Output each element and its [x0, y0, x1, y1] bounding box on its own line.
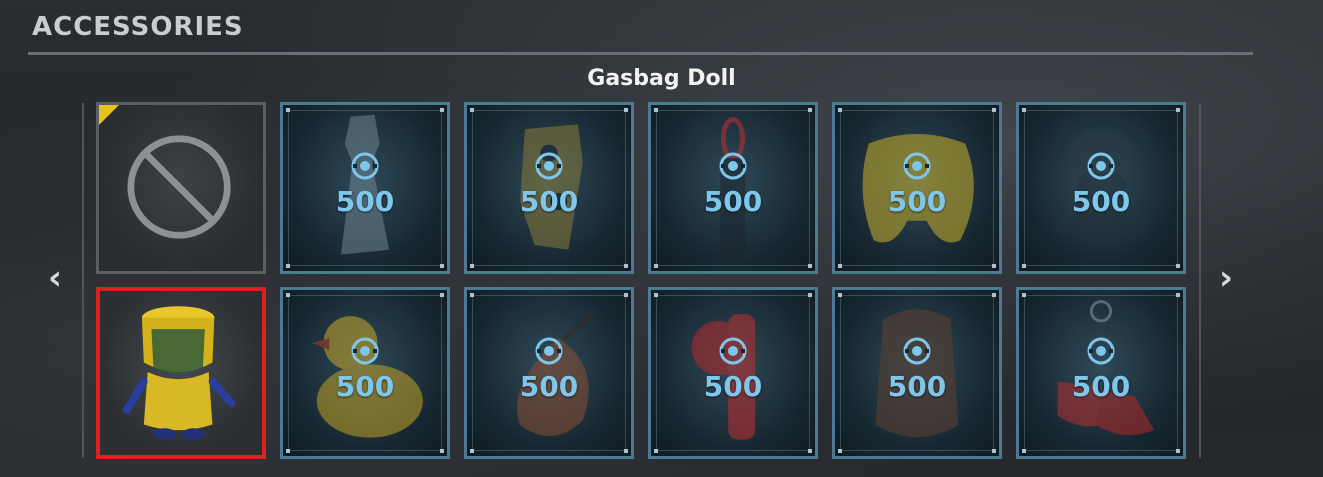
next-page-button[interactable]: › — [1211, 258, 1241, 298]
accessory-tile-yellow-gamepad[interactable]: 500 — [832, 102, 1002, 274]
accessory-tile-brass-knuckle-mask[interactable]: 500 — [464, 102, 634, 274]
accessory-tile-gasbag-doll[interactable] — [96, 287, 266, 459]
coin-icon — [1087, 152, 1115, 180]
price-value: 500 — [887, 370, 947, 403]
chevron-left-icon: ‹ — [47, 258, 62, 298]
accessory-tile-baseball-glove[interactable]: 500 — [832, 287, 1002, 459]
section-header: ACCESSORIES — [32, 12, 244, 42]
price-value: 500 — [1071, 185, 1131, 218]
accessory-tile-rubber-duck[interactable]: 500 — [280, 287, 450, 459]
price-value: 500 — [703, 185, 763, 218]
coin-icon — [903, 152, 931, 180]
accessory-tile-plastic-bag[interactable]: 500 — [280, 102, 450, 274]
accessory-tile-red-fire-extinguisher[interactable]: 500 — [648, 287, 818, 459]
accessory-tile-dark-figure[interactable]: 500 — [1016, 102, 1186, 274]
chevron-right-icon: › — [1218, 258, 1233, 298]
coin-icon — [351, 337, 379, 365]
left-frame — [78, 103, 84, 458]
coin-icon — [535, 337, 563, 365]
coin-icon — [903, 337, 931, 365]
right-frame — [1199, 103, 1205, 458]
accessory-tile-red-sneakers[interactable]: 500 — [1016, 287, 1186, 459]
price-value: 500 — [335, 185, 395, 218]
coin-icon — [351, 152, 379, 180]
coin-icon — [535, 152, 563, 180]
accessory-grid: 500 500 500 500 500 500 500 500 500 500 — [96, 102, 1186, 459]
price-value: 500 — [1071, 370, 1131, 403]
selected-item-name: Gasbag Doll — [587, 66, 736, 91]
price-value: 500 — [887, 185, 947, 218]
price-value: 500 — [703, 370, 763, 403]
accessory-tile-carabiner-flashlight[interactable]: 500 — [648, 102, 818, 274]
price-value: 500 — [519, 185, 579, 218]
price-value: 500 — [335, 370, 395, 403]
coin-icon — [719, 337, 747, 365]
header-divider — [28, 52, 1253, 55]
coin-icon — [719, 152, 747, 180]
section-title: ACCESSORIES — [32, 12, 244, 42]
accessory-none-tile[interactable] — [96, 102, 266, 274]
gasbag-doll-art — [122, 306, 236, 440]
previous-page-button[interactable]: ‹ — [40, 258, 70, 298]
accessory-tile-leather-pouch[interactable]: 500 — [464, 287, 634, 459]
coin-icon — [1087, 337, 1115, 365]
price-value: 500 — [519, 370, 579, 403]
none-icon — [127, 135, 231, 239]
